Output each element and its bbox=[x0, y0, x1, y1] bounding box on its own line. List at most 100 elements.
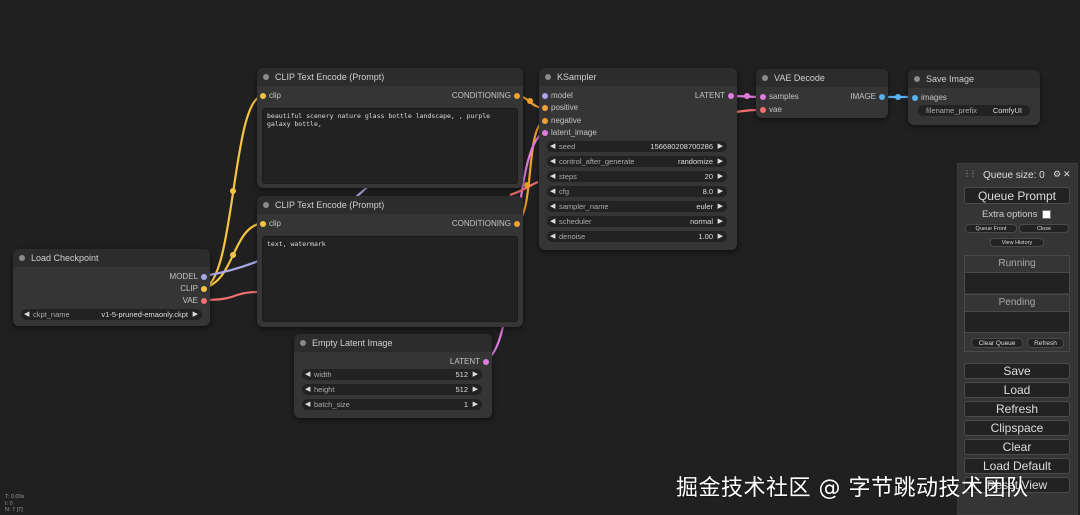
node-vae-decode[interactable]: VAE Decode samples vae IMAGE bbox=[756, 69, 888, 118]
input-latent-image[interactable]: latent_image bbox=[542, 128, 597, 138]
output-conditioning[interactable]: CONDITIONING bbox=[452, 91, 520, 101]
decrement-icon[interactable]: ◀ bbox=[550, 186, 555, 197]
node-title[interactable]: Load Checkpoint bbox=[13, 249, 210, 267]
increment-icon[interactable]: ▶ bbox=[718, 186, 723, 197]
clear-queue-button[interactable]: Clear Queue bbox=[971, 338, 1023, 348]
load-button[interactable]: Load bbox=[964, 382, 1070, 398]
slot-dot[interactable] bbox=[201, 298, 207, 304]
node-empty-latent-image[interactable]: Empty Latent Image LATENT ◀ width 512 ▶ … bbox=[294, 334, 492, 418]
output-clip[interactable]: CLIP bbox=[180, 284, 207, 294]
settings-gear-icon[interactable]: ⚙ bbox=[1053, 169, 1061, 180]
slot-dot[interactable] bbox=[483, 359, 489, 365]
clipspace-button[interactable]: Clipspace bbox=[964, 420, 1070, 436]
widget-filename-prefix[interactable]: filename_prefix ComfyUI bbox=[918, 105, 1030, 116]
node-ksampler[interactable]: KSampler model positive negative latent_… bbox=[539, 68, 737, 250]
extra-options-checkbox[interactable] bbox=[1042, 209, 1052, 219]
decrement-icon[interactable]: ◀ bbox=[24, 309, 29, 320]
input-negative[interactable]: negative bbox=[542, 116, 581, 126]
slot-dot[interactable] bbox=[260, 93, 266, 99]
node-clip-text-encode-positive[interactable]: CLIP Text Encode (Prompt) clip CONDITION… bbox=[257, 68, 523, 188]
increment-icon[interactable]: ▶ bbox=[718, 141, 723, 152]
decrement-icon[interactable]: ◀ bbox=[305, 399, 310, 410]
node-clip-text-encode-negative[interactable]: CLIP Text Encode (Prompt) clip CONDITION… bbox=[257, 196, 523, 327]
slot-dot[interactable] bbox=[760, 94, 766, 100]
refresh-queue-button[interactable]: Refresh bbox=[1027, 338, 1064, 348]
slot-dot[interactable] bbox=[260, 221, 266, 227]
output-conditioning[interactable]: CONDITIONING bbox=[452, 219, 520, 229]
widget-batch-size[interactable]: ◀ batch_size 1 ▶ bbox=[302, 399, 482, 410]
close-button[interactable]: Close bbox=[1019, 224, 1069, 233]
decrement-icon[interactable]: ◀ bbox=[305, 369, 310, 380]
slot-dot[interactable] bbox=[728, 93, 734, 99]
queue-prompt-button[interactable]: Queue Prompt bbox=[964, 187, 1070, 204]
output-latent[interactable]: LATENT bbox=[450, 357, 489, 367]
widget-cfg[interactable]: ◀ cfg 8.0 ▶ bbox=[547, 186, 727, 197]
slot-dot[interactable] bbox=[879, 94, 885, 100]
slot-dot[interactable] bbox=[201, 286, 207, 292]
widget-control-after-generate[interactable]: ◀ control_after_generate randomize ▶ bbox=[547, 156, 727, 167]
increment-icon[interactable]: ▶ bbox=[473, 399, 478, 410]
slot-dot[interactable] bbox=[542, 130, 548, 136]
drag-handle-icon[interactable]: ⋮⋮ bbox=[963, 169, 977, 178]
decrement-icon[interactable]: ◀ bbox=[550, 216, 555, 227]
widget-height[interactable]: ◀ height 512 ▶ bbox=[302, 384, 482, 395]
queue-front-button[interactable]: Queue Front bbox=[965, 224, 1017, 233]
node-title[interactable]: CLIP Text Encode (Prompt) bbox=[257, 196, 523, 214]
increment-icon[interactable]: ▶ bbox=[473, 384, 478, 395]
widget-denoise[interactable]: ◀ denoise 1.00 ▶ bbox=[547, 231, 727, 242]
widget-scheduler[interactable]: ◀ scheduler normal ▶ bbox=[547, 216, 727, 227]
input-model[interactable]: model bbox=[542, 91, 573, 101]
slot-dot[interactable] bbox=[542, 105, 548, 111]
input-samples[interactable]: samples bbox=[760, 92, 799, 102]
decrement-icon[interactable]: ◀ bbox=[305, 384, 310, 395]
node-load-checkpoint[interactable]: Load Checkpoint MODEL CLIP VAE ◀ ckpt_na… bbox=[13, 249, 210, 326]
pending-list[interactable] bbox=[965, 312, 1069, 332]
input-clip[interactable]: clip bbox=[260, 219, 281, 229]
refresh-button[interactable]: Refresh bbox=[964, 401, 1070, 417]
output-model[interactable]: MODEL bbox=[170, 272, 207, 282]
slot-dot[interactable] bbox=[912, 95, 918, 101]
increment-icon[interactable]: ▶ bbox=[718, 231, 723, 242]
decrement-icon[interactable]: ◀ bbox=[550, 156, 555, 167]
slot-dot[interactable] bbox=[514, 221, 520, 227]
node-save-image[interactable]: Save Image images filename_prefix ComfyU… bbox=[908, 70, 1040, 125]
increment-icon[interactable]: ▶ bbox=[193, 309, 198, 320]
input-vae[interactable]: vae bbox=[760, 105, 782, 115]
widget-sampler-name[interactable]: ◀ sampler_name euler ▶ bbox=[547, 201, 727, 212]
node-title[interactable]: KSampler bbox=[539, 68, 737, 86]
input-images[interactable]: images bbox=[912, 93, 947, 103]
widget-steps[interactable]: ◀ steps 20 ▶ bbox=[547, 171, 727, 182]
output-latent[interactable]: LATENT bbox=[695, 91, 734, 101]
node-title[interactable]: Empty Latent Image bbox=[294, 334, 492, 352]
close-icon[interactable]: ✕ bbox=[1063, 169, 1071, 180]
slot-dot[interactable] bbox=[542, 93, 548, 99]
widget-seed[interactable]: ◀ seed 156680208700286 ▶ bbox=[547, 141, 727, 152]
clear-button[interactable]: Clear bbox=[964, 439, 1070, 455]
increment-icon[interactable]: ▶ bbox=[718, 156, 723, 167]
node-title[interactable]: CLIP Text Encode (Prompt) bbox=[257, 68, 523, 86]
increment-icon[interactable]: ▶ bbox=[718, 171, 723, 182]
slot-dot[interactable] bbox=[201, 274, 207, 280]
prompt-textarea[interactable]: text, watermark bbox=[262, 236, 518, 322]
save-button[interactable]: Save bbox=[964, 363, 1070, 379]
increment-icon[interactable]: ▶ bbox=[718, 216, 723, 227]
slot-dot[interactable] bbox=[514, 93, 520, 99]
widget-width[interactable]: ◀ width 512 ▶ bbox=[302, 369, 482, 380]
decrement-icon[interactable]: ◀ bbox=[550, 201, 555, 212]
node-title[interactable]: Save Image bbox=[908, 70, 1040, 88]
output-vae[interactable]: VAE bbox=[183, 296, 207, 306]
prompt-textarea[interactable]: beautiful scenery nature glass bottle la… bbox=[262, 108, 518, 184]
view-history-button[interactable]: View History bbox=[990, 238, 1044, 247]
slot-dot[interactable] bbox=[542, 118, 548, 124]
node-title[interactable]: VAE Decode bbox=[756, 69, 888, 87]
decrement-icon[interactable]: ◀ bbox=[550, 231, 555, 242]
input-positive[interactable]: positive bbox=[542, 103, 578, 113]
slot-dot[interactable] bbox=[760, 107, 766, 113]
output-image[interactable]: IMAGE bbox=[850, 92, 885, 102]
increment-icon[interactable]: ▶ bbox=[473, 369, 478, 380]
increment-icon[interactable]: ▶ bbox=[718, 201, 723, 212]
decrement-icon[interactable]: ◀ bbox=[550, 141, 555, 152]
running-list[interactable] bbox=[965, 273, 1069, 293]
widget-ckpt-name[interactable]: ◀ ckpt_name v1-5-pruned-emaonly.ckpt ▶ bbox=[21, 309, 202, 320]
input-clip[interactable]: clip bbox=[260, 91, 281, 101]
